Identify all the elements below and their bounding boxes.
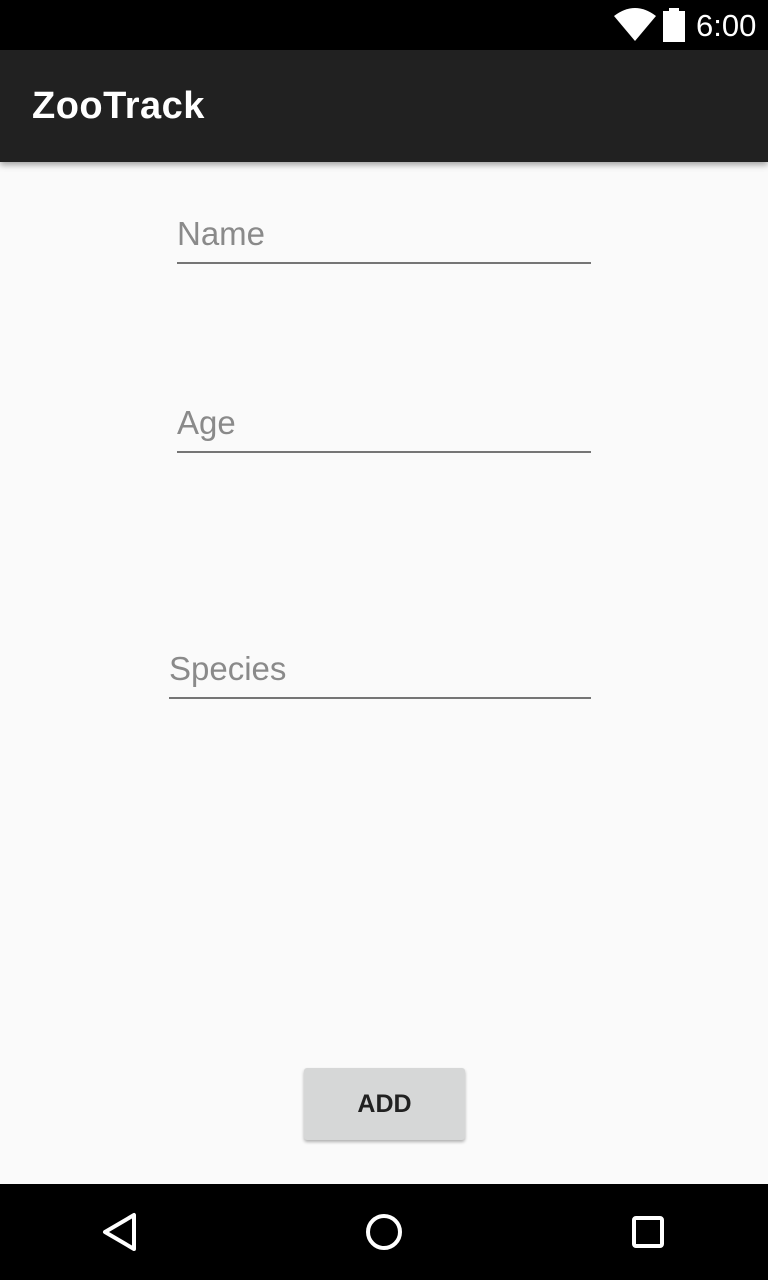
species-input[interactable]	[169, 647, 591, 699]
back-icon[interactable]	[96, 1208, 144, 1256]
screen: 6:00 ZooTrack ADD	[0, 0, 768, 1280]
age-input[interactable]	[177, 401, 591, 453]
app-title: ZooTrack	[32, 85, 205, 127]
app-bar: ZooTrack	[0, 50, 768, 162]
battery-icon	[663, 8, 685, 42]
add-button[interactable]: ADD	[304, 1068, 465, 1140]
wifi-icon	[614, 8, 656, 41]
home-icon[interactable]	[360, 1208, 408, 1256]
name-input[interactable]	[177, 212, 591, 264]
navigation-bar	[0, 1184, 768, 1280]
status-bar: 6:00	[0, 0, 768, 50]
status-clock: 6:00	[696, 8, 757, 43]
recents-icon[interactable]	[624, 1208, 672, 1256]
